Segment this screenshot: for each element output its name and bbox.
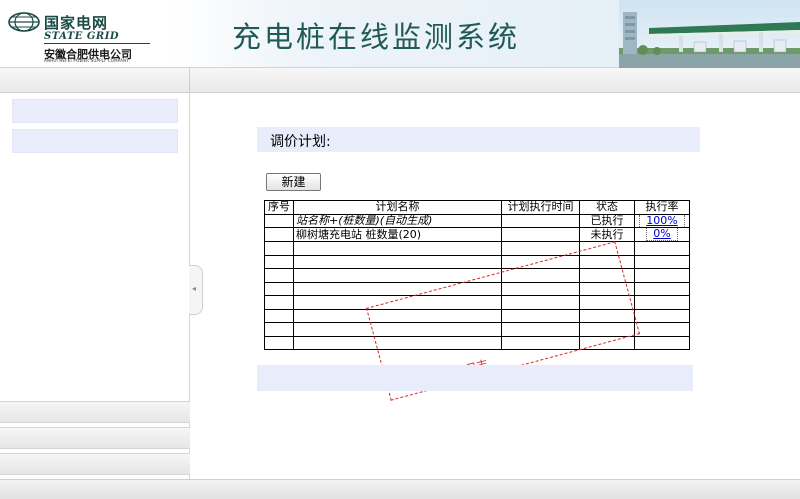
cell-empty (501, 322, 580, 337)
cell-empty (579, 268, 635, 283)
cell-no (264, 213, 294, 228)
state-grid-emblem-icon (8, 12, 40, 32)
table-row-empty (264, 281, 690, 296)
cell-empty (634, 268, 690, 283)
sidebar (0, 93, 190, 479)
cell-empty (501, 335, 580, 350)
table-header-row: 序号 计划名称 计划执行时间 状态 执行率 (264, 200, 690, 215)
sidebar-section-bar-2[interactable] (0, 427, 190, 449)
rate-box: 100% (639, 214, 685, 227)
cell-empty (293, 281, 502, 296)
cell-empty (264, 254, 294, 269)
col-header-no: 序号 (264, 200, 294, 215)
charging-station-photo (619, 0, 800, 68)
cell-empty (293, 268, 502, 283)
cell-exec-time (501, 213, 580, 228)
table-row-empty (264, 335, 690, 350)
cell-no (264, 227, 294, 242)
cell-empty (501, 295, 580, 310)
logo-cn: 国家电网 (44, 14, 109, 32)
cell-rate: 100% (634, 213, 690, 228)
cell-empty (634, 295, 690, 310)
cell-empty (579, 308, 635, 323)
cell-empty (634, 241, 690, 256)
cell-empty (579, 281, 635, 296)
price-plan-table: 序号 计划名称 计划执行时间 状态 执行率 站名称+(桩数量)(自动生成) 已执… (264, 200, 690, 350)
table-row-empty (264, 254, 690, 269)
col-header-status: 状态 (579, 200, 635, 215)
cell-exec-time (501, 227, 580, 242)
cell-empty (501, 254, 580, 269)
cell-empty (293, 295, 502, 310)
cell-empty (634, 254, 690, 269)
cell-empty (634, 322, 690, 337)
cell-empty (501, 241, 580, 256)
cell-empty (579, 254, 635, 269)
table-row[interactable]: 柳树塘充电站 桩数量(20) 未执行 0% (264, 227, 690, 242)
table-row-empty (264, 308, 690, 323)
state-grid-logo: 国家电网 STATE GRID 安徽合肥供电公司 ANHUI HEFEI POW… (6, 8, 156, 63)
cell-plan-name: 柳树塘充电站 桩数量(20) (293, 227, 502, 242)
sidebar-item-1[interactable] (12, 99, 178, 123)
sidebar-item-2[interactable] (12, 129, 178, 153)
cell-empty (579, 241, 635, 256)
header: 国家电网 STATE GRID 安徽合肥供电公司 ANHUI HEFEI POW… (0, 0, 800, 68)
exec-rate-link[interactable]: 0% (653, 229, 670, 241)
cell-empty (579, 295, 635, 310)
bottom-status-bar (0, 479, 800, 499)
cell-empty (501, 281, 580, 296)
cell-empty (264, 268, 294, 283)
table-row-empty (264, 295, 690, 310)
logo-en: STATE GRID (44, 31, 120, 42)
cell-empty (501, 308, 580, 323)
cell-plan-name: 站名称+(桩数量)(自动生成) (293, 213, 502, 228)
cell-empty (501, 268, 580, 283)
system-title: 充电桩在线监测系统 (232, 20, 521, 54)
table-row-empty (264, 268, 690, 283)
content-footer-bar (257, 365, 693, 391)
exec-rate-link[interactable]: 100% (646, 215, 677, 227)
cell-empty (293, 308, 502, 323)
cell-empty (634, 335, 690, 350)
cell-empty (634, 281, 690, 296)
cell-empty (264, 241, 294, 256)
col-header-rate: 执行率 (634, 200, 690, 215)
col-header-name: 计划名称 (293, 200, 502, 215)
top-toolbar (0, 68, 800, 93)
cell-empty (293, 241, 502, 256)
toolbar-divider (189, 68, 190, 93)
col-header-time: 计划执行时间 (501, 200, 580, 215)
sidebar-section-bar-1[interactable] (0, 401, 190, 423)
rate-box: 0% (646, 228, 678, 241)
cell-empty (264, 335, 294, 350)
cell-empty (264, 281, 294, 296)
cell-status: 已执行 (579, 213, 635, 228)
cell-empty (293, 254, 502, 269)
sidebar-section-bar-3[interactable] (0, 453, 190, 475)
cell-empty (264, 295, 294, 310)
cell-empty (264, 308, 294, 323)
table-row-empty (264, 322, 690, 337)
cell-empty (579, 322, 635, 337)
cell-status: 未执行 (579, 227, 635, 242)
cell-empty (264, 322, 294, 337)
company-name-en: ANHUI HEFEI POWER SUPPLY COMPANY (44, 58, 129, 63)
main-content: 调价计划: 新建 序号 计划名称 计划执行时间 状态 执行率 站名称+(桩数量)… (191, 93, 800, 479)
cell-empty (293, 322, 502, 337)
cell-rate: 0% (634, 227, 690, 242)
table-row-empty (264, 241, 690, 256)
new-button[interactable]: 新建 (266, 173, 321, 191)
table-row[interactable]: 站名称+(桩数量)(自动生成) 已执行 100% (264, 213, 690, 228)
section-title: 调价计划: (270, 134, 331, 150)
cell-empty (634, 308, 690, 323)
section-header: 调价计划: (257, 127, 700, 152)
logo-divider (44, 43, 150, 44)
cell-empty (293, 335, 502, 350)
cell-empty (579, 335, 635, 350)
